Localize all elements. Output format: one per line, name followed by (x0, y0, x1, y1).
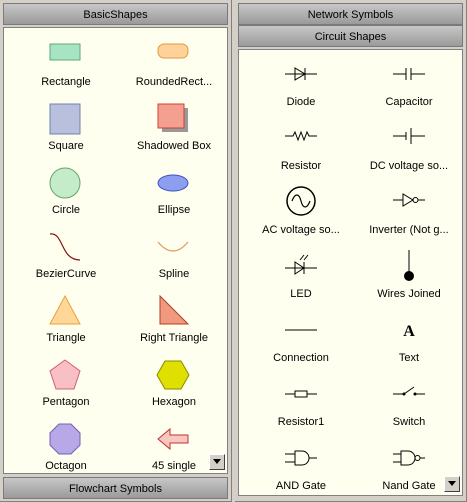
shape-label: BezierCurve (35, 268, 97, 280)
shape-item-led[interactable]: LED (247, 246, 355, 310)
svg-text:A: A (403, 323, 415, 340)
shape-label: Rectangle (41, 76, 91, 88)
shape-label: AC voltage so... (262, 224, 340, 236)
shape-item-rectangle[interactable]: Rectangle (12, 34, 120, 98)
shape-item-pentagon[interactable]: Pentagon (12, 354, 120, 418)
shape-label: Resistor (280, 160, 322, 172)
inverter-icon (393, 193, 425, 207)
shape-item-hexagon[interactable]: Hexagon (120, 354, 227, 418)
shape-label: LED (290, 288, 312, 300)
shape-label: Triangle (46, 332, 86, 344)
ellipse-icon (157, 174, 189, 192)
octagon-icon (49, 423, 81, 455)
hexagon-icon (156, 360, 190, 390)
shape-item-and-gate[interactable]: AND Gate (247, 438, 355, 495)
chevron-down-icon (448, 481, 456, 486)
shape-label: Spline (158, 268, 190, 280)
shape-label: Right Triangle (140, 332, 208, 344)
shape-item-right-triangle[interactable]: Right Triangle (120, 290, 227, 354)
nand-gate-icon (393, 450, 425, 466)
switch-icon (393, 386, 425, 396)
shape-item-connection[interactable]: Connection (247, 310, 355, 374)
ac-voltage-icon (286, 186, 316, 216)
capacitor-icon (393, 68, 425, 80)
bezier-curve-icon (49, 233, 81, 261)
rectangle-icon (49, 43, 81, 61)
diode-icon (285, 67, 317, 81)
shape-item-wires-joined[interactable]: Wires Joined (355, 246, 462, 310)
shape-item-spline[interactable]: Spline (120, 226, 227, 290)
text-icon: A (403, 323, 415, 340)
shape-label: Circle (51, 204, 81, 216)
basic-shapes-panel: BasicShapes Rectangle RoundedRect... Squ… (0, 0, 232, 502)
shape-item-ac-voltage[interactable]: AC voltage so... (247, 182, 355, 246)
shape-label: Hexagon (151, 396, 197, 408)
and-gate-icon (285, 450, 317, 466)
resistor-icon (285, 130, 317, 142)
shape-item-capacitor[interactable]: Capacitor (355, 54, 462, 118)
pentagon-icon (49, 359, 81, 390)
shape-label: Diode (286, 96, 316, 108)
arrow-left-icon (157, 427, 189, 451)
shape-label: Inverter (Not g... (369, 224, 449, 236)
basic-shapes-header[interactable]: BasicShapes (3, 3, 228, 25)
shape-label: Capacitor (385, 96, 433, 108)
right-triangle-icon (159, 294, 190, 325)
shape-label: Pentagon (42, 396, 90, 408)
network-symbols-header[interactable]: Network Symbols (238, 3, 463, 25)
shape-item-resistor[interactable]: Resistor (247, 118, 355, 182)
shape-item-dc-voltage[interactable]: DC voltage so... (355, 118, 462, 182)
resistor1-icon (285, 390, 317, 398)
circuit-shapes-panel: Network Symbols Circuit Shapes Diode Cap… (235, 0, 467, 502)
shape-item-diode[interactable]: Diode (247, 54, 355, 118)
chevron-down-icon (213, 459, 221, 464)
dc-voltage-icon (393, 128, 425, 144)
rounded-rect-icon (157, 43, 189, 59)
basic-shapes-palette: Rectangle RoundedRect... Square Shadowed… (3, 27, 228, 474)
shape-item-switch[interactable]: Switch (355, 374, 462, 438)
shape-item-ellipse[interactable]: Ellipse (120, 162, 227, 226)
shape-item-text[interactable]: A Text (355, 310, 462, 374)
spline-icon (157, 241, 189, 252)
led-icon (285, 254, 317, 275)
shape-label: Resistor1 (277, 416, 325, 428)
shape-item-square[interactable]: Square (12, 98, 120, 162)
shape-item-octagon[interactable]: Octagon (12, 418, 120, 473)
circle-icon (49, 167, 81, 199)
shape-label: Switch (392, 416, 426, 428)
shape-item-circle[interactable]: Circle (12, 162, 120, 226)
shape-item-shadowed-box[interactable]: Shadowed Box (120, 98, 227, 162)
square-icon (49, 103, 81, 135)
shape-label: Octagon (45, 460, 87, 472)
shape-label: Wires Joined (377, 288, 441, 300)
triangle-icon (49, 294, 81, 325)
circuit-shapes-header[interactable]: Circuit Shapes (238, 25, 463, 47)
shape-label: Square (48, 140, 84, 152)
shape-label: RoundedRect... (135, 76, 213, 88)
shape-item-triangle[interactable]: Triangle (12, 290, 120, 354)
shape-item-bezier[interactable]: BezierCurve (12, 226, 120, 290)
shape-item-inverter[interactable]: Inverter (Not g... (355, 182, 462, 246)
scroll-down-button[interactable] (444, 476, 460, 492)
shape-label: AND Gate (275, 480, 327, 492)
shape-label: DC voltage so... (369, 160, 449, 172)
shape-label: Ellipse (157, 204, 191, 216)
connection-icon (285, 329, 317, 331)
wires-joined-icon (404, 250, 414, 281)
scroll-down-button[interactable] (209, 454, 225, 470)
shape-label: Shadowed Box (137, 140, 211, 152)
shadowed-box-icon (157, 103, 188, 132)
shape-item-rounded-rect[interactable]: RoundedRect... (120, 34, 227, 98)
shape-item-resistor1[interactable]: Resistor1 (247, 374, 355, 438)
shape-label: Text (398, 352, 420, 364)
flowchart-symbols-header[interactable]: Flowchart Symbols (3, 477, 228, 499)
shape-label: Connection (273, 352, 329, 364)
circuit-shapes-palette: Diode Capacitor Resistor DC voltage so..… (238, 49, 463, 496)
